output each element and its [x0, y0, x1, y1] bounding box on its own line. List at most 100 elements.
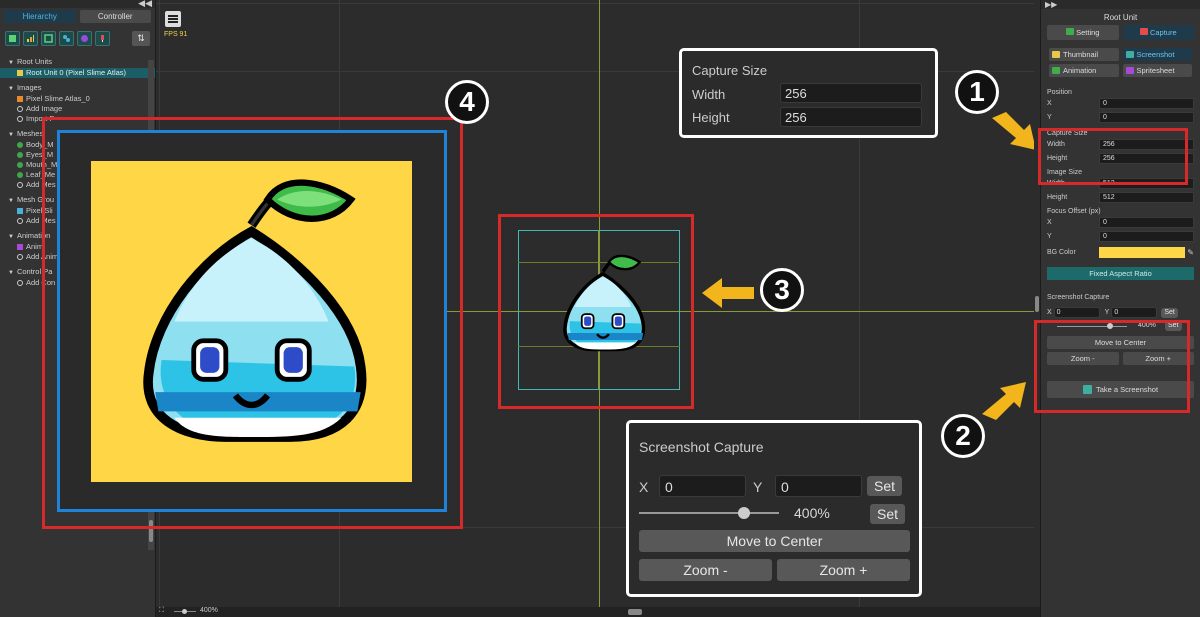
collapse-right-icon[interactable]: ▶▶	[1045, 0, 1057, 9]
position-y-label: Y	[1047, 113, 1052, 121]
viewport-status-bar: ⛶ 400%	[156, 607, 1040, 617]
mode-thumbnail-button[interactable]: Thumbnail	[1049, 48, 1119, 61]
mode-spritesheet-button[interactable]: Spritesheet	[1122, 64, 1192, 77]
mesh-icon	[17, 142, 23, 149]
add-icon	[17, 280, 23, 287]
image-icon	[17, 96, 23, 103]
fps-counter: FPS 91	[164, 31, 188, 38]
focus-x-label: X	[1047, 218, 1052, 226]
focus-offset-label: Focus Offset (px)	[1047, 208, 1101, 215]
callout-zoom-minus-button[interactable]: Zoom -	[639, 559, 772, 581]
callout-ss-set-button[interactable]: Set	[867, 476, 902, 496]
expand-icon[interactable]: ▼	[8, 270, 14, 276]
ss-y-label: Y	[1104, 309, 1110, 316]
app-window: ◀◀ Hierarchy Controller ⇅ ▼ Root Units Roo…	[0, 0, 1200, 617]
expand-icon[interactable]: ▼	[8, 86, 14, 92]
bg-color-label: BG Color	[1047, 248, 1076, 256]
focus-x-field[interactable]: 0	[1099, 216, 1194, 228]
callout-zoom-slider[interactable]	[639, 512, 779, 514]
tree-item[interactable]: Pixel Slime Atlas_0	[0, 94, 155, 104]
capture-icon	[1139, 28, 1148, 35]
tab-hierarchy[interactable]: Hierarchy	[4, 10, 76, 23]
callout-ss-title: Screenshot Capture	[639, 439, 764, 455]
mode-animation-button[interactable]: Animation	[1049, 64, 1119, 77]
focus-y-field[interactable]: 0	[1099, 230, 1194, 242]
callout-height-label: Height	[692, 110, 730, 125]
inspector-title: Root Unit	[1103, 13, 1138, 22]
circle-icon[interactable]	[77, 31, 92, 46]
thumbnail-icon	[1052, 51, 1060, 58]
screenshot-icon	[1125, 51, 1134, 58]
badge-2: 2	[941, 414, 985, 458]
add-icon	[17, 106, 23, 113]
add-icon	[17, 218, 23, 225]
arrow-to-preview	[702, 278, 754, 308]
callout-screenshot-capture: Screenshot Capture X 0 Y 0 Set 400% Set …	[626, 420, 922, 597]
ss-y-field[interactable]: 0	[1111, 307, 1158, 318]
node-icon[interactable]	[59, 31, 74, 46]
chart-icon[interactable]	[23, 31, 38, 46]
tab-setting[interactable]: Setting	[1047, 25, 1119, 40]
callout-height-field[interactable]: 256	[780, 107, 922, 127]
menu-icon[interactable]	[165, 11, 181, 27]
callout-ss-x-field[interactable]: 0	[659, 475, 746, 497]
callout-capture-title: Capture Size	[692, 63, 768, 78]
fit-icon[interactable]: ⛶	[159, 607, 164, 615]
tree-item[interactable]: Root Unit 0 (Pixel Slime Atlas)	[0, 68, 155, 78]
callout-zoom-set-button[interactable]: Set	[870, 504, 905, 524]
eyedropper-icon[interactable]: ✎	[1187, 248, 1194, 257]
arrow-to-capture-size	[992, 112, 1036, 150]
viewport-horizontal-scroll-thumb[interactable]	[628, 609, 642, 615]
tree-item[interactable]: Add Image	[0, 104, 155, 114]
tab-controller[interactable]: Controller	[79, 10, 151, 23]
add-icon	[17, 116, 23, 123]
expand-icon[interactable]: ▼	[8, 132, 14, 138]
root-unit-icon	[17, 70, 23, 77]
callout-ss-x-label: X	[639, 479, 649, 495]
mesh-icon	[17, 162, 23, 169]
panel-tabs: Hierarchy Controller	[0, 8, 155, 25]
image-height-field[interactable]: 512	[1099, 191, 1194, 203]
animation-icon	[17, 244, 23, 251]
cursor-icon[interactable]	[5, 31, 20, 46]
add-icon	[17, 182, 23, 189]
pin-icon[interactable]	[95, 31, 110, 46]
callout-zoom-slider-knob[interactable]	[738, 507, 750, 519]
mode-screenshot-button[interactable]: Screenshot	[1122, 48, 1192, 61]
viewport-zoom-knob[interactable]	[182, 609, 187, 614]
callout-ss-y-label: Y	[753, 479, 763, 495]
collapse-left-icon[interactable]: ◀◀	[138, 0, 152, 9]
bg-color-swatch[interactable]	[1099, 246, 1186, 258]
position-x-label: X	[1047, 99, 1052, 107]
position-y-field[interactable]: 0	[1099, 111, 1194, 123]
badge-1: 1	[955, 70, 999, 114]
expand-icon[interactable]: ▼	[8, 198, 14, 204]
expand-icon[interactable]: ▼	[8, 60, 14, 66]
callout-zoom-plus-button[interactable]: Zoom +	[777, 559, 910, 581]
position-label: Position	[1047, 89, 1072, 96]
tree-section[interactable]: ▼ Images	[0, 83, 155, 94]
viewport-vertical-scroll-thumb[interactable]	[1035, 296, 1039, 312]
expand-icon[interactable]: ▼	[8, 234, 14, 240]
callout-ss-y-field[interactable]: 0	[775, 475, 862, 497]
callout-width-label: Width	[692, 87, 726, 102]
callout-move-center-button[interactable]: Move to Center	[639, 530, 910, 552]
sort-icon[interactable]: ⇅	[132, 31, 150, 46]
tab-capture[interactable]: Capture	[1122, 25, 1194, 40]
badge-3: 3	[760, 268, 804, 312]
slime-image-large	[143, 179, 367, 442]
viewport-zoom-value: 400%	[200, 607, 218, 614]
capture-mode-grid: Thumbnail Screenshot Animation Spritesheet	[1041, 48, 1200, 77]
frame-icon[interactable]	[41, 31, 56, 46]
ss-x-field[interactable]: 0	[1053, 307, 1100, 318]
fixed-aspect-ratio-toggle[interactable]: Fixed Aspect Ratio	[1047, 267, 1194, 280]
callout-width-field[interactable]: 256	[780, 83, 922, 103]
focus-y-label: Y	[1047, 232, 1052, 240]
badge-4: 4	[445, 80, 489, 124]
ss-capture-label: Screenshot Capture	[1047, 294, 1110, 301]
tree-section[interactable]: ▼ Root Units	[0, 57, 155, 68]
highlight-box-screenshot-capture	[1034, 320, 1190, 413]
position-x-field[interactable]: 0	[1099, 97, 1194, 109]
ss-set-button[interactable]: Set	[1161, 307, 1178, 318]
add-icon	[17, 254, 23, 261]
